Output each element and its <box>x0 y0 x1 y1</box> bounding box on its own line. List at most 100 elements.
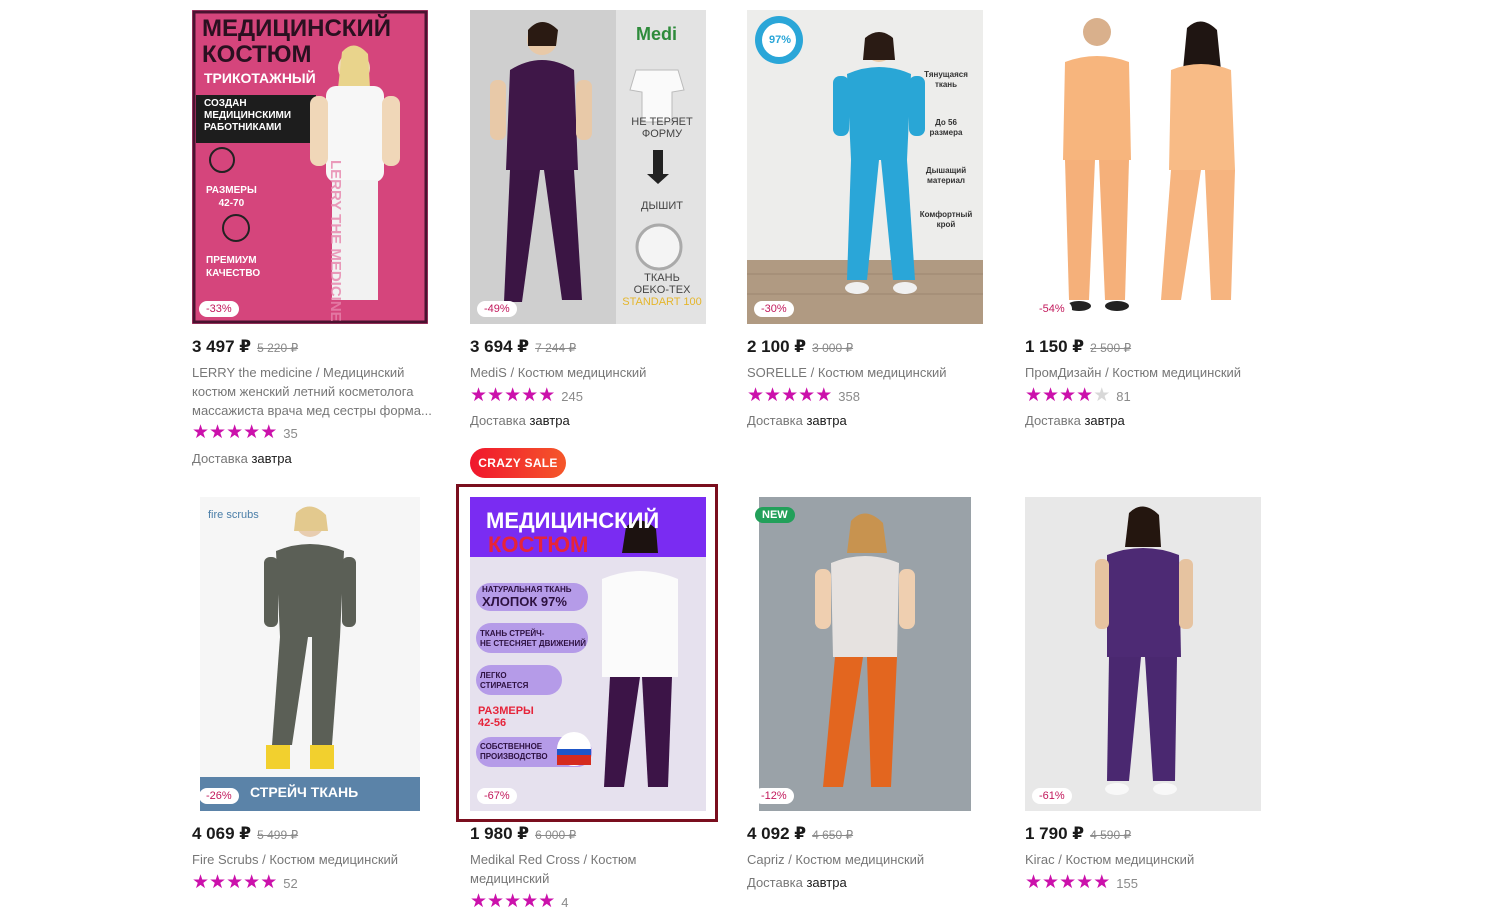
product-image[interactable]: Medi НЕ ТЕРЯЕТ ФОРМУ ДЫШИТ ТКАНЬ OEKO-TE… <box>470 10 706 324</box>
star-icon: ★ <box>226 422 244 443</box>
new-badge: NEW <box>755 507 795 523</box>
product-image[interactable]: NEW -12% <box>747 497 983 811</box>
image-point-4: СОБСТВЕННОЕ ПРОИЗВОДСТВО <box>480 742 548 761</box>
product-name: Костюм медицинский <box>269 852 399 867</box>
star-icon: ★ <box>1093 872 1111 893</box>
delivery-day: завтра <box>529 413 570 428</box>
product-image[interactable]: 97% Тянущаяся ткань До 56 размера Дышащи… <box>747 10 983 324</box>
crazy-sale-button[interactable]: CRAZY SALE <box>470 448 566 478</box>
star-rating: ★★★★★ <box>470 385 555 406</box>
star-icon: ★ <box>192 872 210 893</box>
star-rating: ★★★★★ <box>1025 385 1110 406</box>
current-price: 1 150 ₽ <box>1025 337 1085 356</box>
product-title[interactable]: Kirac / Костюм медицинский <box>1025 850 1265 869</box>
star-icon: ★ <box>1076 872 1094 893</box>
review-count: 4 <box>561 894 569 910</box>
star-rating: ★★★★★ <box>470 891 556 912</box>
product-title[interactable]: SORELLE / Костюм медицинский <box>747 363 987 382</box>
star-icon: ★ <box>1076 385 1094 406</box>
product-name: Костюм медицинский <box>1112 365 1242 380</box>
product-image[interactable]: fire scrubs СТРЕЙЧ ТКАНЬ -26% <box>192 497 428 811</box>
star-icon: ★ <box>1059 872 1077 893</box>
product-image[interactable]: МЕДИЦИНСКИЙ КОСТЮМ ТРИКОТАЖНЫЙ СОЗДАН МЕ… <box>192 10 428 324</box>
rating[interactable]: ★★★★★ 245 <box>470 385 583 406</box>
product-image[interactable]: МЕДИЦИНСКИЙ КОСТЮМ НАТУРАЛЬНАЯ ТКАНЬ ХЛО… <box>470 497 706 811</box>
brand-logo: Medi <box>636 24 678 44</box>
star-icon: ★ <box>798 385 816 406</box>
price-block: 4 092 ₽ 4 650 ₽ <box>747 824 853 844</box>
discount-badge: -12% <box>754 788 794 804</box>
product-title[interactable]: LERRY the medicine / Медицинский костюм … <box>192 363 432 420</box>
star-icon: ★ <box>209 422 227 443</box>
star-icon: ★ <box>243 422 261 443</box>
price-block: 3 497 ₽ 5 220 ₽ <box>192 337 298 357</box>
discount-badge: -30% <box>754 301 794 317</box>
brand-name: MediS <box>470 365 507 380</box>
review-count: 35 <box>283 425 298 441</box>
star-rating: ★★★★★ <box>192 872 278 893</box>
review-count: 81 <box>1116 388 1131 404</box>
old-price: 4 590 ₽ <box>1090 828 1132 842</box>
price-block: 1 150 ₽ 2 500 ₽ <box>1025 337 1131 357</box>
product-title[interactable]: MediS / Костюм медицинский <box>470 363 710 382</box>
star-icon: ★ <box>1025 385 1043 406</box>
discount-badge: -26% <box>199 788 239 804</box>
product-name: Костюм медицинский <box>517 365 647 380</box>
image-premium: ПРЕМИУМ КАЧЕСТВО <box>206 255 261 279</box>
product-name: Костюм медицинский <box>1065 852 1195 867</box>
product-title[interactable]: ПромДизайн / Костюм медицинский <box>1025 363 1265 382</box>
rating[interactable]: ★★★★★ 81 <box>1025 385 1131 406</box>
rating[interactable]: ★★★★★ 358 <box>747 385 860 406</box>
feature-breathes: ДЫШИТ <box>641 200 683 212</box>
image-banner: СТРЕЙЧ ТКАНЬ <box>250 784 359 800</box>
price-block: 4 069 ₽ 5 499 ₽ <box>192 824 298 844</box>
review-count: 358 <box>838 388 860 404</box>
star-icon: ★ <box>521 891 539 912</box>
current-price: 4 092 ₽ <box>747 824 807 843</box>
star-icon: ★ <box>487 385 505 406</box>
old-price: 4 650 ₽ <box>812 828 854 842</box>
delivery-day: завтра <box>806 875 847 890</box>
star-icon: ★ <box>470 385 488 406</box>
delivery-day: завтра <box>806 413 847 428</box>
product-title[interactable]: Capriz / Костюм медицинский <box>747 850 987 869</box>
image-point-2: ТКАНЬ СТРЕЙЧ- НЕ СТЕСНЯЕТ ДВИЖЕНИЙ <box>480 629 586 648</box>
price-block: 1 980 ₽ 6 000 ₽ <box>470 824 576 844</box>
brand-name: Medikal Red Cross <box>470 852 580 867</box>
star-icon: ★ <box>747 385 765 406</box>
image-banner: СОЗДАН МЕДИЦИНСКИМИ РАБОТНИКАМИ <box>204 98 292 133</box>
product-image[interactable]: -61% <box>1025 497 1261 811</box>
star-icon: ★ <box>538 891 556 912</box>
product-image[interactable]: -54% <box>1025 10 1261 324</box>
discount-badge: -49% <box>477 301 517 317</box>
review-count: 52 <box>283 875 298 891</box>
price-block: 2 100 ₽ 3 000 ₽ <box>747 337 853 357</box>
current-price: 2 100 ₽ <box>747 337 807 356</box>
image-title: МЕДИЦИНСКИЙ КОСТЮМ <box>202 15 391 68</box>
star-icon: ★ <box>504 385 522 406</box>
rating[interactable]: ★★★★★ 155 <box>1025 872 1138 893</box>
product-title[interactable]: Medikal Red Cross / Костюм медицинский <box>470 850 660 888</box>
current-price: 3 497 ₽ <box>192 337 252 356</box>
image-sizes: РАЗМЕРЫ 42-56 <box>478 705 534 729</box>
current-price: 1 790 ₽ <box>1025 824 1085 843</box>
delivery-info: Доставка завтра <box>192 451 292 466</box>
product-name: Костюм медицинский <box>795 852 925 867</box>
product-title[interactable]: Fire Scrubs / Костюм медицинский <box>192 850 432 869</box>
discount-badge: -54% <box>1032 301 1072 317</box>
delivery-info: Доставка завтра <box>747 875 847 890</box>
delivery-day: завтра <box>251 451 292 466</box>
cotton-badge-text: 97% <box>769 34 792 46</box>
star-icon: ★ <box>209 872 227 893</box>
rating[interactable]: ★★★★★ 4 <box>470 891 569 912</box>
star-icon: ★ <box>487 891 505 912</box>
star-icon: ★ <box>521 385 539 406</box>
brand-name: Fire Scrubs <box>192 852 259 867</box>
feature-fabric: ТКАНЬ OEKO-TEX STANDART 100 <box>622 272 702 308</box>
rating[interactable]: ★★★★★ 52 <box>192 872 298 893</box>
rating[interactable]: ★★★★★ 35 <box>192 422 298 443</box>
delivery-day: завтра <box>1084 413 1125 428</box>
star-icon: ★ <box>1042 385 1060 406</box>
brand-name: ПромДизайн <box>1025 365 1102 380</box>
star-icon: ★ <box>260 872 278 893</box>
